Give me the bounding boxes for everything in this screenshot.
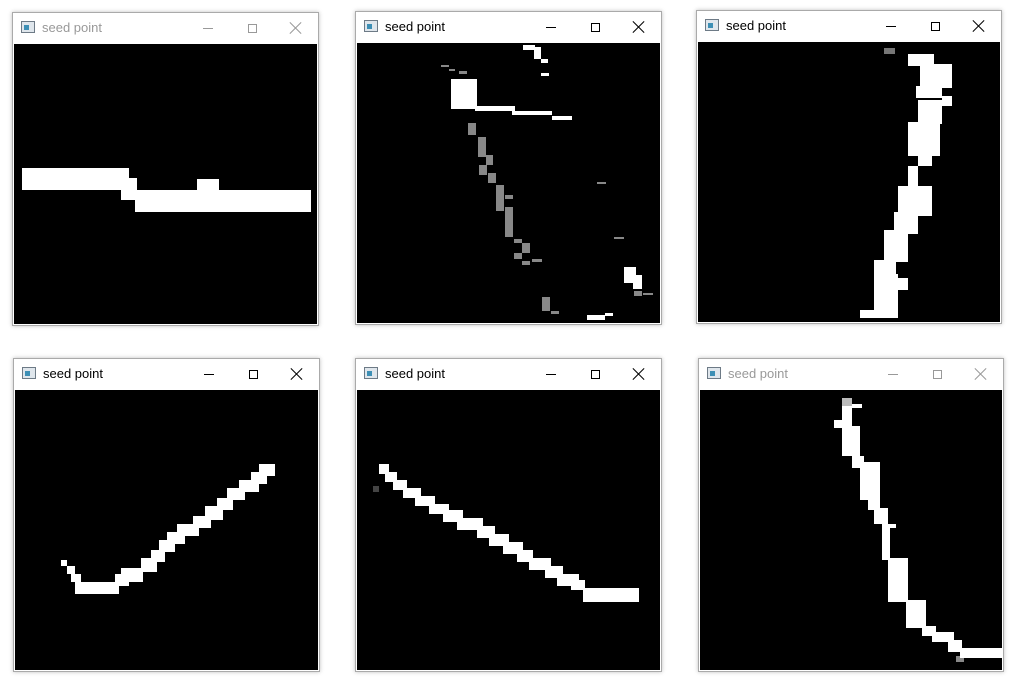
maximize-button[interactable] <box>913 11 957 41</box>
minimize-button[interactable] <box>871 359 915 389</box>
minimize-icon <box>204 373 214 375</box>
maximize-button[interactable] <box>231 359 275 389</box>
maximize-icon <box>247 23 257 33</box>
close-button[interactable] <box>274 13 318 43</box>
window-title: seed point <box>43 366 103 381</box>
window-6[interactable]: seed point <box>698 358 1004 672</box>
image-canvas[interactable] <box>700 390 1002 670</box>
image-content <box>834 398 1002 662</box>
title-bar[interactable]: seed point <box>699 359 1003 389</box>
minimize-icon <box>546 373 556 375</box>
minimize-icon <box>888 373 898 375</box>
minimize-button[interactable] <box>869 11 913 41</box>
image-canvas[interactable] <box>698 42 1000 322</box>
maximize-icon <box>590 369 600 379</box>
close-button[interactable] <box>275 359 319 389</box>
maximize-icon <box>932 369 942 379</box>
image-canvas[interactable] <box>15 390 318 670</box>
image-canvas[interactable] <box>14 44 317 324</box>
app-icon <box>22 367 36 379</box>
maximize-button[interactable] <box>915 359 959 389</box>
app-icon <box>364 20 378 32</box>
image-content <box>373 464 639 602</box>
maximize-button[interactable] <box>573 12 617 42</box>
maximize-icon <box>930 21 940 31</box>
title-bar[interactable]: seed point <box>356 12 661 42</box>
image-content <box>61 464 275 594</box>
app-icon <box>707 367 721 379</box>
minimize-icon <box>203 27 213 29</box>
window-title: seed point <box>385 19 445 34</box>
minimize-icon <box>886 25 896 27</box>
app-icon <box>705 19 719 31</box>
maximize-icon <box>248 369 258 379</box>
minimize-button[interactable] <box>529 359 573 389</box>
maximize-button[interactable] <box>573 359 617 389</box>
close-button[interactable] <box>959 359 1003 389</box>
app-icon <box>21 21 35 33</box>
close-button[interactable] <box>957 11 1001 41</box>
title-bar[interactable]: seed point <box>13 13 318 43</box>
window-3[interactable]: seed point <box>696 10 1002 324</box>
close-icon <box>291 368 303 380</box>
window-title: seed point <box>42 20 102 35</box>
image-content <box>860 48 952 318</box>
title-bar[interactable]: seed point <box>14 359 319 389</box>
minimize-button[interactable] <box>187 359 231 389</box>
minimize-button[interactable] <box>529 12 573 42</box>
window-2[interactable]: seed point <box>355 11 662 325</box>
minimize-button[interactable] <box>186 13 230 43</box>
image-canvas[interactable] <box>357 390 660 670</box>
close-button[interactable] <box>617 359 661 389</box>
close-icon <box>975 368 987 380</box>
close-icon <box>633 21 645 33</box>
window-title: seed point <box>726 18 786 33</box>
window-1[interactable]: seed point <box>12 12 319 326</box>
window-5[interactable]: seed point <box>355 358 662 672</box>
image-content <box>22 168 311 212</box>
window-4[interactable]: seed point <box>13 358 320 672</box>
title-bar[interactable]: seed point <box>356 359 661 389</box>
image-content <box>441 45 653 320</box>
image-canvas[interactable] <box>357 43 660 323</box>
title-bar[interactable]: seed point <box>697 11 1001 41</box>
close-icon <box>973 20 985 32</box>
maximize-button[interactable] <box>230 13 274 43</box>
close-button[interactable] <box>617 12 661 42</box>
window-title: seed point <box>385 366 445 381</box>
close-icon <box>633 368 645 380</box>
minimize-icon <box>546 26 556 28</box>
close-icon <box>290 22 302 34</box>
app-icon <box>364 367 378 379</box>
window-title: seed point <box>728 366 788 381</box>
maximize-icon <box>590 22 600 32</box>
